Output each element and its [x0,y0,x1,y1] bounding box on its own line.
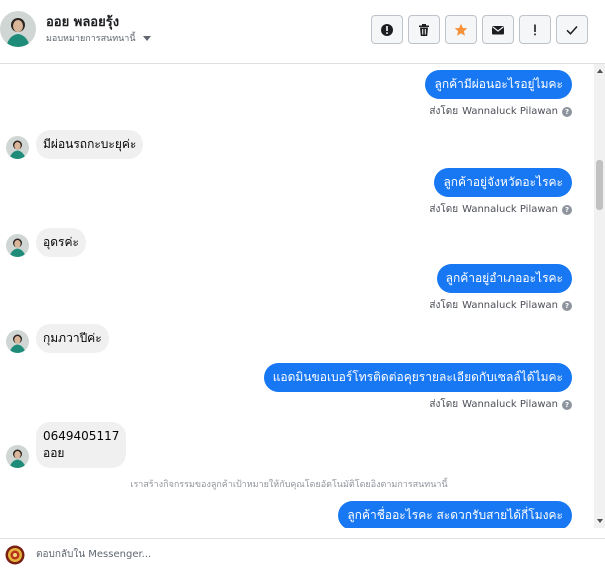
contact-name[interactable]: ออย พลอยรุ้ง [46,11,119,32]
contact-avatar-small[interactable] [6,234,29,257]
mark-done-button[interactable] [556,15,588,44]
lead-activity-note: เราสร้างกิจกรรมของลูกค้าเป้าหมายให้กับคุ… [130,480,448,490]
sent-by-line: ส่งโดย Wannaluck Pilawan ? [429,298,572,313]
assign-conversation-dropdown[interactable]: มอบหมายการสนทนานี้ [46,31,151,45]
star-button[interactable] [445,15,477,44]
message-line: ออย [43,446,65,460]
sent-by-name[interactable]: Wannaluck Pilawan [462,106,558,117]
contact-avatar[interactable] [0,11,36,47]
delete-button[interactable] [408,15,440,44]
help-circle-icon[interactable]: ? [562,204,572,215]
follow-up-button[interactable] [519,15,551,44]
contact-avatar-small[interactable] [6,445,29,468]
chevron-down-icon [142,35,151,41]
scroll-down-arrow[interactable] [597,519,603,523]
incoming-message-row: 0649405117 ออย [6,422,127,468]
mark-spam-button[interactable] [371,15,403,44]
sent-by-prefix: ส่งโดย [429,399,459,410]
sent-by-name[interactable]: Wannaluck Pilawan [462,399,558,410]
scroll-thumb[interactable] [596,160,603,210]
sent-by-line: ส่งโดย Wannaluck Pilawan ? [429,202,572,217]
incoming-message-row: มีผ่อนรถกะบะยุค่ะ [6,130,144,159]
help-circle-icon[interactable]: ? [562,106,572,117]
mark-unread-button[interactable] [482,15,514,44]
envelope-icon [492,25,504,34]
incoming-message-row: อุดรค่ะ [6,228,86,257]
reply-input[interactable] [36,543,596,565]
incoming-message[interactable]: 0649405117 ออย [36,422,127,468]
help-circle-icon[interactable]: ? [562,300,572,311]
outgoing-message[interactable]: ลูกค้ามีผ่อนอะไรอยู่ไมคะ [425,70,572,99]
contact-avatar-small[interactable] [6,330,29,353]
sent-by-line: ส่งโดย Wannaluck Pilawan ? [429,104,572,119]
star-icon [454,23,468,36]
header-toolbar [371,15,588,44]
message-thread[interactable]: ลูกค้ามีผ่อนอะไรอยู่ไมคะ ส่งโดย Wannaluc… [0,64,605,528]
page-logo [5,545,25,565]
sent-by-line: ส่งโดย Wannaluck Pilawan ? [429,397,572,412]
sent-by-prefix: ส่งโดย [429,106,459,117]
check-icon [566,25,578,35]
message-line: 0649405117 [43,429,120,443]
assign-label: มอบหมายการสนทนานี้ [46,34,136,44]
incoming-message[interactable]: มีผ่อนรถกะบะยุค่ะ [36,130,144,159]
alert-circle-icon [381,23,393,36]
sent-by-name[interactable]: Wannaluck Pilawan [462,300,558,311]
reply-composer [0,538,605,568]
outgoing-message[interactable]: ลูกค้าชื่ออะไรคะ สะดวกรับสายได้กี่โมงคะ [338,501,572,528]
incoming-message-row: กุมภวาปีค่ะ [6,324,109,353]
incoming-message[interactable]: กุมภวาปีค่ะ [36,324,109,353]
help-circle-icon[interactable]: ? [562,399,572,410]
outgoing-message[interactable]: ลูกค้าอยู่อำเภออะไรคะ [436,264,572,293]
incoming-message[interactable]: อุดรค่ะ [36,228,86,257]
outgoing-message[interactable]: ลูกค้าอยู่จังหวัดอะไรคะ [434,168,572,197]
exclamation-icon [534,24,536,35]
sent-by-name[interactable]: Wannaluck Pilawan [462,204,558,215]
outgoing-message[interactable]: แอดมินขอเบอร์โทรติดต่อคุยรายละเอียดกับเซ… [263,363,572,392]
sent-by-prefix: ส่งโดย [429,300,459,311]
conversation-header: ออย พลอยรุ้ง มอบหมายการสนทนานี้ [0,0,605,64]
thread-scrollbar[interactable] [594,64,605,528]
scroll-up-arrow[interactable] [597,69,603,73]
contact-avatar-small[interactable] [6,136,29,159]
trash-icon [419,23,429,36]
sent-by-prefix: ส่งโดย [429,204,459,215]
